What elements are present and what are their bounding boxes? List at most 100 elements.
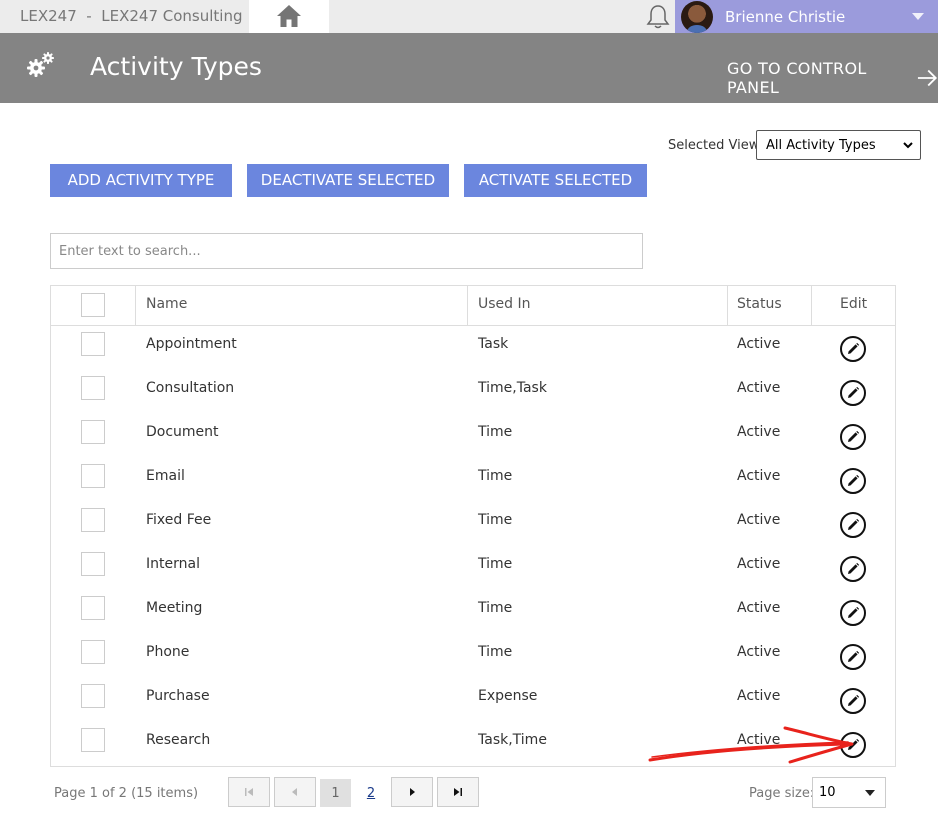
row-checkbox[interactable] — [81, 684, 105, 708]
pager-info: Page 1 of 2 (15 items) — [54, 786, 199, 801]
row-checkbox[interactable] — [81, 420, 105, 444]
next-page-button[interactable] — [391, 777, 433, 807]
cell-used-in: Time — [478, 644, 513, 660]
chevron-down-icon — [903, 142, 913, 149]
pencil-icon — [848, 518, 860, 530]
page-size-label: Page size: — [749, 786, 815, 801]
cell-name: Research — [146, 732, 211, 748]
cell-status: Active — [737, 336, 781, 352]
page-2-button[interactable]: 2 — [361, 779, 381, 807]
row-checkbox[interactable] — [81, 332, 105, 356]
pencil-icon — [848, 386, 860, 398]
page-header: Activity Types GO TO CONTROL PANEL — [0, 33, 938, 103]
avatar — [681, 1, 713, 33]
edit-button[interactable] — [840, 424, 866, 450]
cell-used-in: Time — [478, 468, 513, 484]
pencil-icon — [848, 562, 860, 574]
cell-status: Active — [737, 600, 781, 616]
edit-button[interactable] — [840, 468, 866, 494]
next-page-icon — [410, 788, 415, 796]
table-row[interactable]: Internal Time Active — [51, 546, 895, 590]
table-row[interactable]: Meeting Time Active — [51, 590, 895, 634]
column-header-status[interactable]: Status — [737, 296, 782, 312]
edit-button[interactable] — [840, 644, 866, 670]
row-checkbox[interactable] — [81, 728, 105, 752]
control-panel-label: GO TO CONTROL PANEL — [727, 59, 867, 97]
column-header-edit: Edit — [840, 296, 868, 312]
pencil-icon — [848, 342, 860, 354]
notifications-button[interactable] — [646, 4, 670, 34]
chevron-down-icon — [865, 790, 875, 796]
last-page-button[interactable] — [437, 777, 479, 807]
column-header-used-in[interactable]: Used In — [478, 296, 531, 312]
selected-view-dropdown[interactable]: All Activity Types — [756, 130, 921, 160]
cell-name: Internal — [146, 556, 200, 572]
cell-name: Purchase — [146, 688, 210, 704]
cell-used-in: Time — [478, 512, 513, 528]
page-1-button[interactable]: 1 — [320, 779, 351, 807]
pencil-icon — [848, 606, 860, 618]
cell-name: Fixed Fee — [146, 512, 212, 528]
table-row[interactable]: Appointment Task Active — [51, 326, 895, 370]
gears-icon — [27, 52, 54, 77]
row-checkbox[interactable] — [81, 376, 105, 400]
cell-status: Active — [737, 688, 781, 704]
select-all-checkbox[interactable] — [81, 293, 105, 317]
go-to-control-panel-link[interactable]: GO TO CONTROL PANEL — [727, 59, 938, 97]
edit-button[interactable] — [840, 688, 866, 714]
add-activity-type-button[interactable]: ADD ACTIVITY TYPE — [50, 164, 232, 197]
first-page-icon — [245, 788, 253, 796]
edit-button[interactable] — [840, 512, 866, 538]
bell-icon — [646, 5, 670, 29]
row-checkbox[interactable] — [81, 596, 105, 620]
column-header-name[interactable]: Name — [146, 296, 187, 312]
first-page-button[interactable] — [228, 777, 270, 807]
cell-name: Meeting — [146, 600, 203, 616]
user-name: Brienne Christie — [725, 8, 846, 26]
pencil-icon — [848, 650, 860, 662]
table-row[interactable]: Consultation Time,Task Active — [51, 370, 895, 414]
edit-button[interactable] — [840, 556, 866, 582]
user-menu[interactable]: Brienne Christie — [675, 0, 938, 33]
search-input[interactable] — [50, 233, 643, 269]
cell-used-in: Time — [478, 600, 513, 616]
edit-button[interactable] — [840, 600, 866, 626]
column-divider — [467, 286, 468, 326]
home-icon — [277, 5, 301, 27]
row-checkbox[interactable] — [81, 640, 105, 664]
edit-button[interactable] — [840, 380, 866, 406]
cell-status: Active — [737, 468, 781, 484]
cell-used-in: Time,Task — [478, 380, 547, 396]
table-row[interactable]: Fixed Fee Time Active — [51, 502, 895, 546]
cell-used-in: Time — [478, 556, 513, 572]
arrow-right-icon — [918, 69, 938, 87]
table-row[interactable]: Phone Time Active — [51, 634, 895, 678]
cell-status: Active — [737, 380, 781, 396]
row-checkbox[interactable] — [81, 552, 105, 576]
table-header: Name Used In Status Edit — [51, 286, 895, 326]
deactivate-selected-button[interactable]: DEACTIVATE SELECTED — [247, 164, 449, 197]
column-divider — [811, 286, 812, 326]
cell-name: Email — [146, 468, 185, 484]
page-size-dropdown[interactable]: 10 — [812, 777, 886, 808]
row-checkbox[interactable] — [81, 508, 105, 532]
previous-page-icon — [292, 788, 297, 796]
cell-status: Active — [737, 424, 781, 440]
table-row[interactable]: Email Time Active — [51, 458, 895, 502]
edit-button[interactable] — [840, 336, 866, 362]
cell-name: Phone — [146, 644, 190, 660]
firm-org-label: LEX247 - LEX247 Consulting — [20, 7, 243, 25]
pencil-icon — [848, 474, 860, 486]
cell-status: Active — [737, 556, 781, 572]
table-row[interactable]: Document Time Active — [51, 414, 895, 458]
activate-selected-button[interactable]: ACTIVATE SELECTED — [464, 164, 647, 197]
table-row[interactable]: Purchase Expense Active — [51, 678, 895, 722]
cell-used-in: Time — [478, 424, 513, 440]
home-button[interactable] — [249, 0, 329, 33]
selected-view-value: All Activity Types — [766, 138, 876, 153]
previous-page-button[interactable] — [274, 777, 316, 807]
activity-types-table: Name Used In Status Edit Appointment Task… — [50, 285, 896, 767]
chevron-down-icon — [912, 13, 924, 20]
top-bar: LEX247 - LEX247 Consulting Brienne Chris… — [0, 0, 938, 33]
row-checkbox[interactable] — [81, 464, 105, 488]
